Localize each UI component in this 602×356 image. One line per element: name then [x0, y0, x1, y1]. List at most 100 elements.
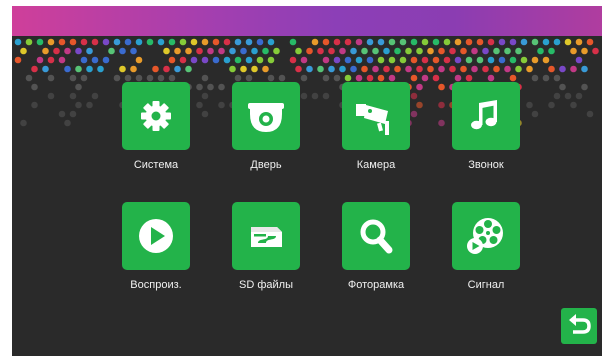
- photo-frame-button[interactable]: [342, 202, 410, 270]
- decorative-dot: [482, 48, 489, 55]
- decorative-dot: [378, 39, 385, 46]
- decorative-dot: [75, 102, 82, 109]
- decorative-dot: [180, 57, 187, 64]
- decorative-dot: [103, 39, 110, 46]
- decorative-dot: [301, 57, 308, 64]
- menu-item-sd-files[interactable]: SD файлы: [221, 202, 311, 291]
- cctv-camera-icon: [354, 94, 398, 138]
- decorative-dot: [48, 93, 55, 100]
- door-button[interactable]: [232, 82, 300, 150]
- decorative-dot: [81, 39, 88, 46]
- decorative-dot: [378, 57, 385, 64]
- signal-button[interactable]: [452, 202, 520, 270]
- menu-item-ringtone[interactable]: Звонок: [441, 82, 531, 171]
- decorative-dot: [312, 93, 319, 100]
- decorative-dot: [290, 57, 297, 64]
- decorative-dot: [229, 48, 236, 55]
- decorative-dot: [394, 66, 401, 73]
- decorative-dot: [262, 48, 269, 55]
- menu-item-door[interactable]: Дверь: [221, 82, 311, 171]
- decorative-dot: [350, 48, 357, 55]
- decorative-dot: [345, 57, 352, 64]
- decorative-dot: [53, 48, 60, 55]
- screen: Система Дверь Камера Звонок Воспроиз. SD…: [12, 6, 602, 356]
- menu-item-signal[interactable]: Сигнал: [441, 202, 531, 291]
- decorative-dot: [196, 48, 203, 55]
- decorative-dot: [191, 39, 198, 46]
- decorative-dot: [559, 84, 566, 91]
- playback-button[interactable]: [122, 202, 190, 270]
- decorative-dot: [290, 39, 297, 46]
- decorative-dot: [515, 48, 522, 55]
- decorative-dot: [48, 57, 55, 64]
- decorative-dot: [75, 84, 82, 91]
- menu-item-playback[interactable]: Воспроиз.: [111, 202, 201, 291]
- decorative-dot: [224, 39, 231, 46]
- decorative-dot: [526, 66, 533, 73]
- decorative-dot: [317, 66, 324, 73]
- decorative-dot: [86, 102, 93, 109]
- decorative-dot: [328, 48, 335, 55]
- menu-item-system[interactable]: Система: [111, 82, 201, 171]
- decorative-dot: [202, 111, 209, 118]
- decorative-dot: [125, 75, 132, 82]
- decorative-dot: [75, 66, 82, 73]
- signal-label: Сигнал: [441, 279, 531, 291]
- decorative-dot: [581, 84, 588, 91]
- decorative-dot: [466, 57, 473, 64]
- system-button[interactable]: [122, 82, 190, 150]
- decorative-dot: [405, 48, 412, 55]
- decorative-dot: [235, 39, 242, 46]
- decorative-dot: [119, 48, 126, 55]
- decorative-dot: [570, 66, 577, 73]
- decorative-dot: [262, 66, 269, 73]
- decorative-dot: [31, 66, 38, 73]
- decorative-dot: [268, 75, 275, 82]
- sd-files-button[interactable]: [232, 202, 300, 270]
- decorative-dot: [70, 93, 77, 100]
- decorative-dot: [191, 57, 198, 64]
- decorative-dot: [383, 66, 390, 73]
- decorative-dot: [114, 75, 121, 82]
- decorative-dot: [251, 48, 258, 55]
- decorative-dot: [185, 66, 192, 73]
- decorative-dot: [510, 75, 517, 82]
- decorative-dot: [499, 57, 506, 64]
- decorative-dot: [455, 39, 462, 46]
- camera-button[interactable]: [342, 82, 410, 150]
- decorative-dot: [125, 39, 132, 46]
- decorative-dot: [455, 57, 462, 64]
- decorative-dot: [202, 75, 209, 82]
- decorative-dot: [400, 39, 407, 46]
- menu-item-photo-frame[interactable]: Фоторамка: [331, 202, 421, 291]
- decorative-dot: [42, 48, 49, 55]
- menu-item-camera[interactable]: Камера: [331, 82, 421, 171]
- ringtone-button[interactable]: [452, 82, 520, 150]
- decorative-dot: [372, 66, 379, 73]
- decorative-dot: [581, 48, 588, 55]
- decorative-dot: [565, 39, 572, 46]
- decorative-dot: [185, 48, 192, 55]
- decorative-dot: [31, 102, 38, 109]
- music-note-icon: [464, 94, 508, 138]
- decorative-dot: [576, 93, 583, 100]
- decorative-dot: [356, 39, 363, 46]
- decorative-dot: [202, 93, 209, 100]
- back-button[interactable]: [561, 308, 597, 344]
- decorative-dot: [31, 84, 38, 91]
- decorative-dot: [449, 66, 456, 73]
- decorative-dot: [471, 48, 478, 55]
- decorative-dot: [92, 57, 99, 64]
- decorative-dot: [548, 102, 555, 109]
- decorative-dot: [163, 66, 170, 73]
- decorative-dot: [136, 57, 143, 64]
- decorative-dot: [422, 57, 429, 64]
- decorative-dot: [246, 75, 253, 82]
- decorative-dot: [15, 39, 22, 46]
- decorative-dot: [427, 48, 434, 55]
- decorative-dot: [213, 39, 220, 46]
- gear-icon: [134, 94, 178, 138]
- decorative-dot: [548, 48, 555, 55]
- decorative-dot: [532, 111, 539, 118]
- decorative-dot: [477, 39, 484, 46]
